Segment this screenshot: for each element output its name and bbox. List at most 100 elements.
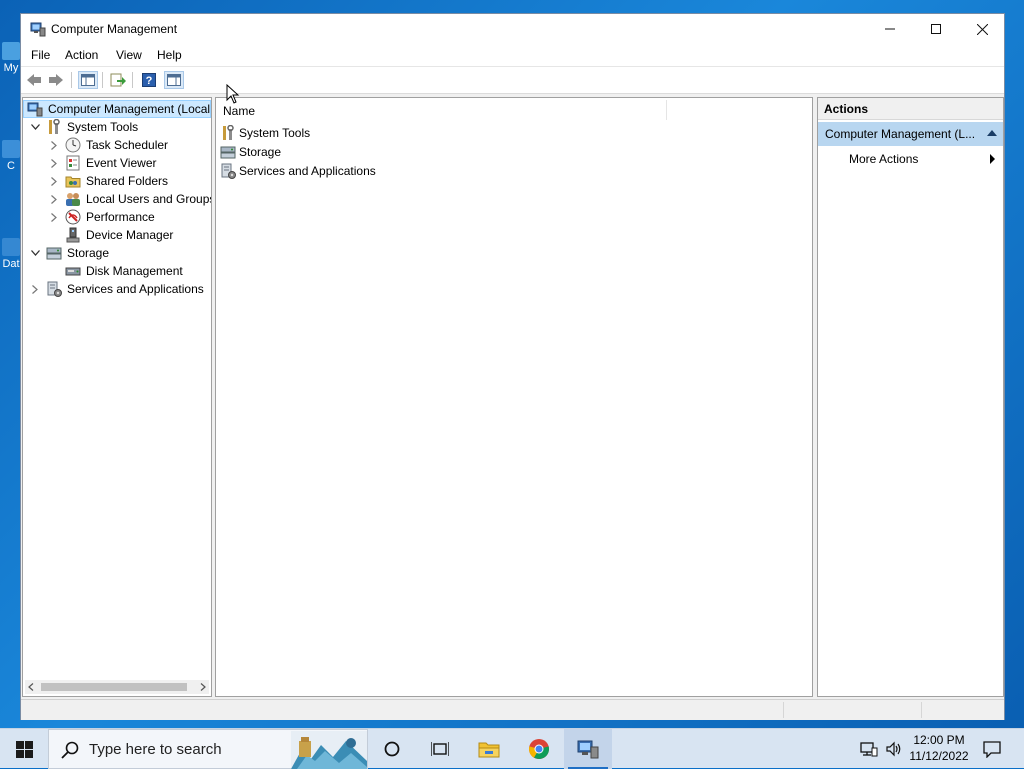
chevron-down-icon[interactable]: [29, 244, 41, 262]
menu-view[interactable]: View: [116, 48, 142, 62]
users-icon: [66, 193, 80, 206]
desktop-icon-my-computer[interactable]: My: [0, 42, 22, 74]
submenu-arrow-icon: [990, 154, 995, 164]
show-hide-console-tree-button[interactable]: [78, 71, 98, 89]
more-actions-item[interactable]: More Actions: [818, 148, 1003, 168]
show-hide-action-pane-button[interactable]: [164, 71, 184, 89]
start-button[interactable]: [0, 729, 48, 769]
forward-button[interactable]: [46, 71, 66, 89]
storage-icon: [46, 247, 62, 260]
tree-item-task-scheduler[interactable]: Task Scheduler: [23, 136, 211, 154]
help-button[interactable]: ?: [139, 71, 159, 89]
status-divider: [783, 702, 784, 718]
tools-icon: [49, 119, 60, 134]
actions-pane-title: Actions: [818, 98, 1003, 120]
computer-icon: [2, 42, 20, 60]
chrome-button[interactable]: [516, 729, 562, 769]
tree-item-disk-management[interactable]: Disk Management: [23, 262, 211, 280]
search-icon: [61, 741, 79, 759]
tree-item-local-users-and-groups[interactable]: Local Users and Groups: [23, 190, 211, 208]
chevron-right-icon[interactable]: [48, 190, 60, 208]
file-icon: [2, 238, 20, 256]
toolbar-separator: [71, 72, 72, 88]
menu-help[interactable]: Help: [157, 48, 182, 62]
scroll-right-icon[interactable]: [200, 683, 206, 691]
back-button[interactable]: [24, 71, 44, 89]
chevron-down-icon[interactable]: [29, 118, 41, 136]
tree-item-device-manager[interactable]: Device Manager: [23, 226, 211, 244]
list-column-header: Name: [216, 98, 812, 123]
desktop-icon-label: C: [7, 160, 15, 172]
file-explorer-button[interactable]: [467, 729, 511, 769]
desktop-icon-label: My: [3, 62, 19, 74]
export-list-button[interactable]: [108, 71, 128, 89]
menu-bar: File Action View Help: [21, 44, 1004, 66]
tree-item-label: Services and Applications: [67, 282, 204, 296]
menu-action[interactable]: Action: [65, 48, 98, 62]
details-pane[interactable]: Name System Tools Storage Services and A…: [215, 97, 813, 697]
tree-item-services-and-applications[interactable]: Services and Applications: [23, 280, 211, 298]
forward-arrow-icon: [49, 74, 63, 86]
collapse-up-icon[interactable]: [987, 130, 997, 136]
folder-icon: [2, 140, 20, 158]
tree-item-computer-management[interactable]: Computer Management (Local: [23, 100, 211, 118]
file-explorer-icon: [478, 742, 500, 758]
more-actions-label: More Actions: [849, 152, 919, 166]
scrollbar-thumb[interactable]: [41, 683, 187, 691]
desktop-icon-c[interactable]: C: [0, 140, 22, 172]
services-icon: [47, 281, 62, 297]
taskbar-clock[interactable]: 12:00 PM 11/12/2022: [903, 732, 975, 764]
tree-item-event-viewer[interactable]: Event Viewer: [23, 154, 211, 172]
tree-item-performance[interactable]: Performance: [23, 208, 211, 226]
disk-icon: [65, 267, 81, 276]
task-view-button[interactable]: [418, 729, 462, 769]
tree-horizontal-scrollbar[interactable]: [25, 680, 209, 694]
computer-management-taskbar-button[interactable]: [564, 729, 612, 769]
maximize-button[interactable]: [913, 14, 959, 44]
export-list-icon: [110, 73, 126, 87]
minimize-icon: [885, 28, 895, 30]
title-bar[interactable]: Computer Management: [21, 14, 1004, 44]
scroll-left-icon[interactable]: [28, 683, 34, 691]
tree-item-label: Storage: [67, 246, 110, 260]
list-item-label: System Tools: [239, 126, 311, 140]
column-header-name[interactable]: Name: [223, 104, 255, 118]
tree-item-label: System Tools: [67, 120, 139, 134]
close-button[interactable]: [959, 14, 1005, 44]
clock-time: 12:00 PM: [913, 733, 965, 747]
menu-file[interactable]: File: [31, 48, 50, 62]
status-bar: [21, 699, 1004, 720]
network-icon: [860, 742, 878, 757]
chevron-right-icon[interactable]: [48, 154, 60, 172]
tree-item-storage[interactable]: Storage: [23, 244, 211, 262]
cortana-button[interactable]: [370, 729, 414, 769]
notifications-button[interactable]: [978, 729, 1006, 769]
list-item-label: Storage: [239, 145, 282, 159]
chevron-right-icon[interactable]: [48, 208, 60, 226]
chevron-right-icon[interactable]: [29, 280, 41, 298]
toolbar: ?: [21, 66, 1004, 94]
actions-pane: Actions Computer Management (L... More A…: [817, 97, 1004, 697]
column-divider[interactable]: [666, 100, 667, 120]
chevron-right-icon[interactable]: [48, 136, 60, 154]
shared-folder-icon: [65, 176, 81, 188]
taskbar-search-box[interactable]: Type here to search: [48, 729, 368, 769]
desktop-icon-dat[interactable]: Dat: [0, 238, 22, 270]
computer-management-icon: [577, 740, 599, 759]
actions-section-header[interactable]: Computer Management (L...: [818, 122, 1003, 146]
actions-section-label: Computer Management (L...: [825, 127, 976, 141]
windows-logo-icon: [15, 740, 33, 758]
storage-icon: [220, 146, 236, 159]
tree-item-label: Computer Management (Local: [48, 102, 211, 116]
tree-item-label: Event Viewer: [86, 156, 157, 170]
chevron-right-icon[interactable]: [48, 172, 60, 190]
network-button[interactable]: [856, 729, 882, 769]
search-placeholder: Type here to search: [89, 741, 222, 758]
tree-item-shared-folders[interactable]: Shared Folders: [23, 172, 211, 190]
console-tree-pane[interactable]: Computer Management (Local System Tools …: [22, 97, 212, 697]
list-item-label: Services and Applications: [239, 164, 376, 178]
minimize-button[interactable]: [867, 14, 913, 44]
actions-title-label: Actions: [824, 102, 869, 116]
chrome-icon: [528, 739, 550, 760]
tree-item-system-tools[interactable]: System Tools: [23, 118, 211, 136]
